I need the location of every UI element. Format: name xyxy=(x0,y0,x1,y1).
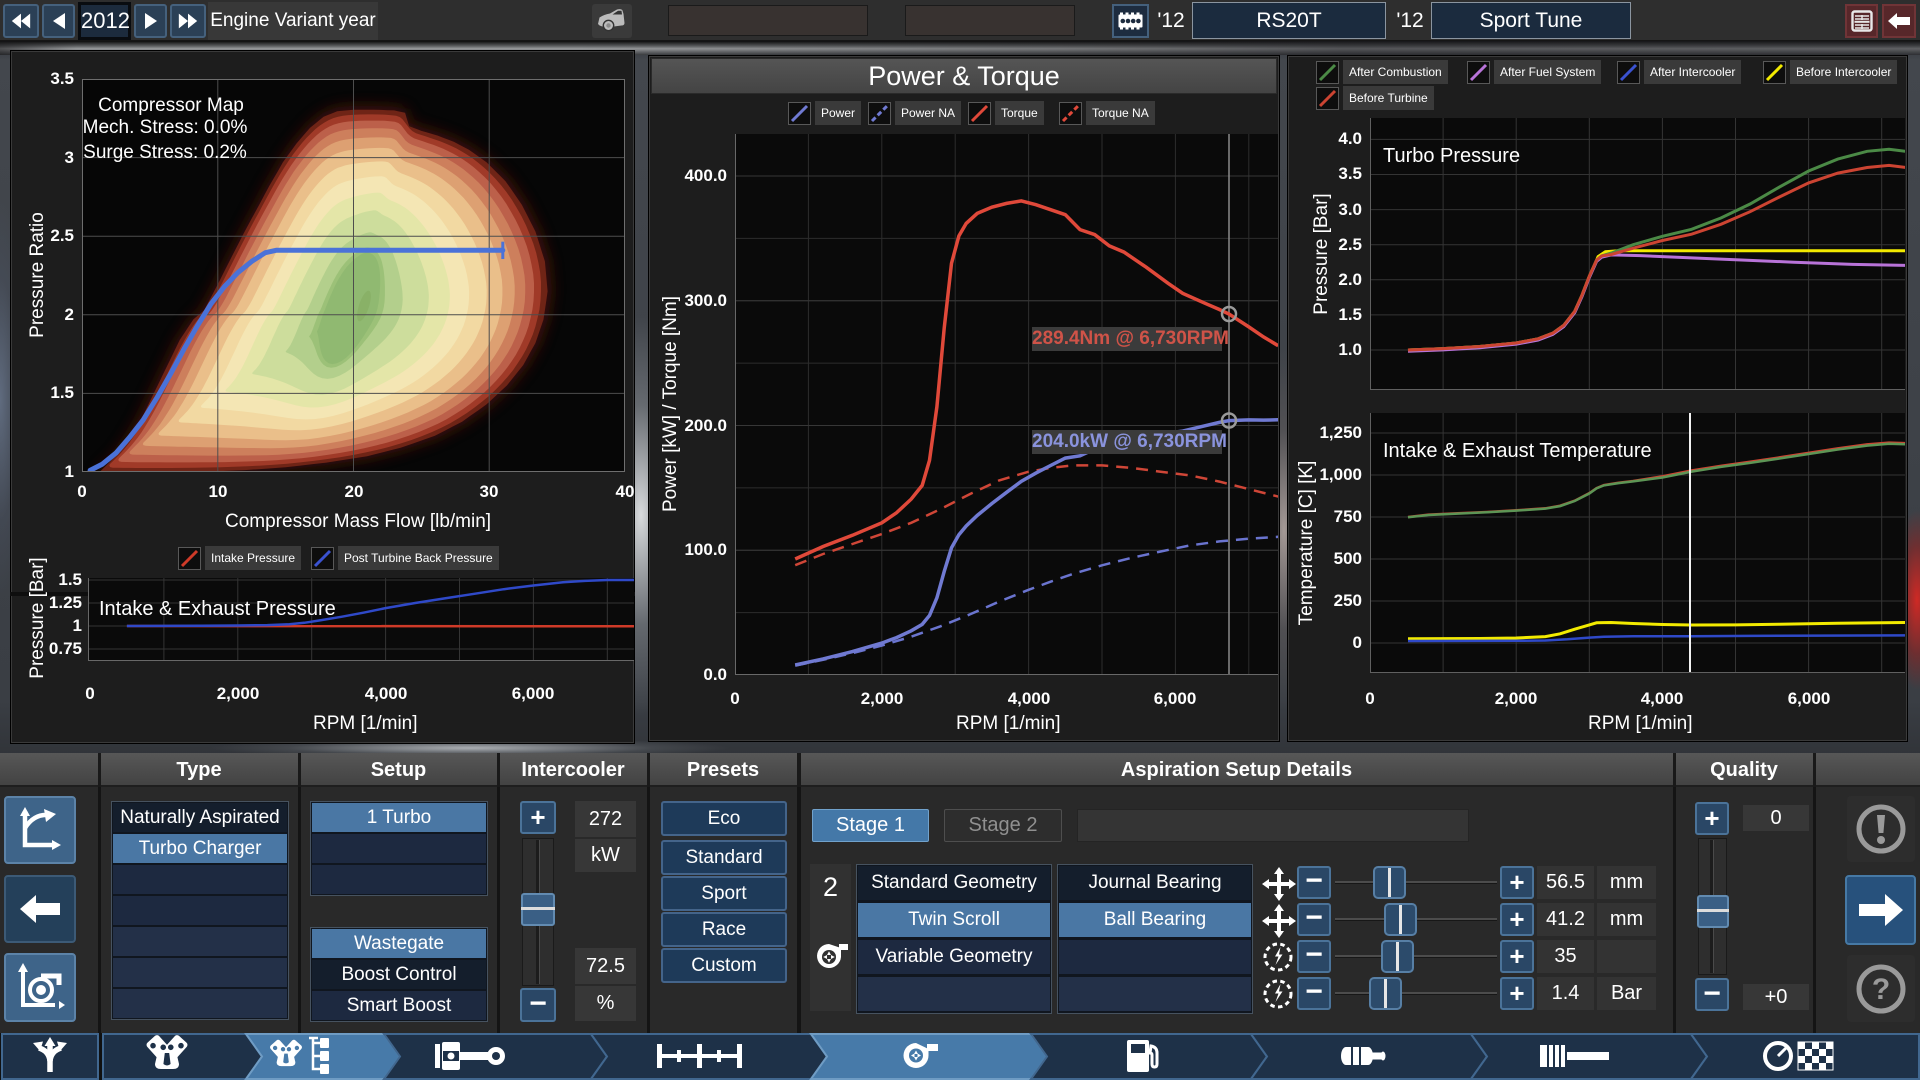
svg-text:?: ? xyxy=(1872,973,1890,1006)
